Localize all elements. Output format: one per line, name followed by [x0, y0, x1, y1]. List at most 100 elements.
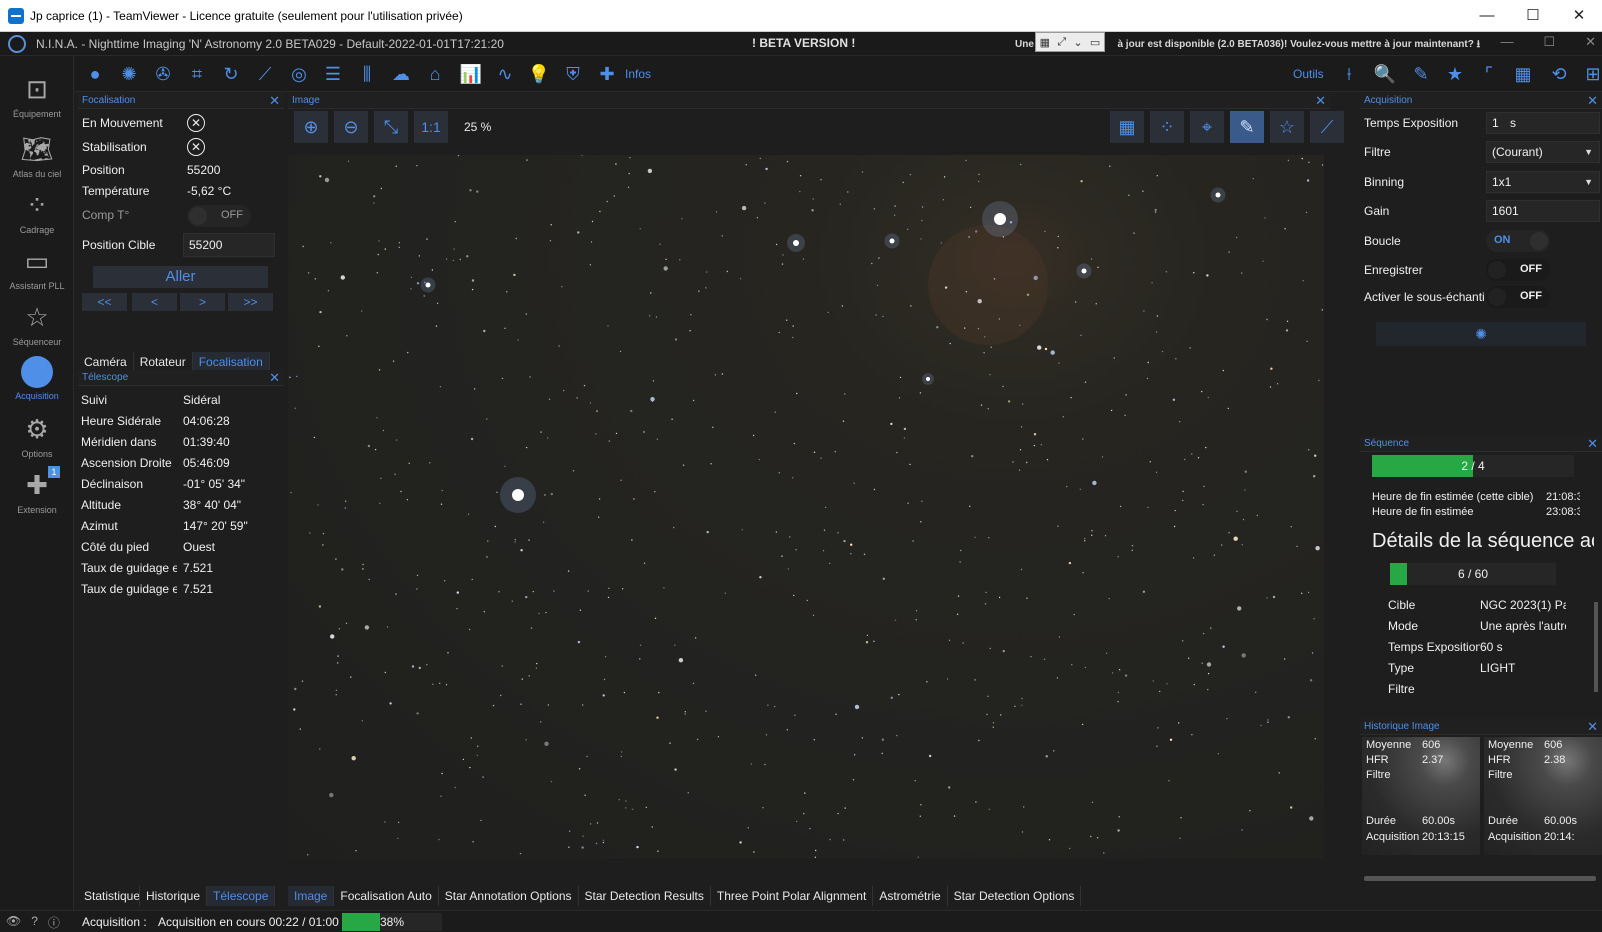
bahtinov-icon[interactable]: ⟋ [1310, 111, 1344, 143]
loop-toggle[interactable]: ON [1486, 230, 1550, 252]
close-icon[interactable]: ✕ [1587, 93, 1598, 108]
save-toggle[interactable]: OFF [1486, 259, 1550, 281]
tab-camera[interactable]: Caméra [78, 352, 134, 372]
bulb-icon[interactable]: 💡 [527, 62, 551, 86]
tab-star-detection-options[interactable]: Star Detection Options [947, 886, 1082, 906]
fit-icon[interactable]: ⤡ [374, 111, 408, 143]
tab-rotator[interactable]: Rotateur [133, 352, 193, 372]
gain-input[interactable]: 1601 [1486, 200, 1600, 222]
chevron-down-icon[interactable]: ⌄ [1073, 36, 1082, 49]
sliders-icon[interactable]: ⫼ [355, 62, 379, 86]
fullscreen-icon[interactable]: ⤢ [1057, 36, 1066, 49]
nina-close-button[interactable]: ✕ [1585, 34, 1596, 50]
zoom-in-icon[interactable]: ⊕ [294, 111, 328, 143]
tab-image[interactable]: Image [288, 886, 335, 906]
nav-extension[interactable]: ✚ 1 Extension [0, 466, 74, 515]
tab-history[interactable]: Historique [140, 886, 208, 906]
close-icon[interactable]: ✕ [1587, 719, 1598, 734]
close-icon[interactable]: ✕ [269, 370, 280, 385]
history-icon[interactable]: ⟲ [1547, 62, 1571, 86]
tab-focuser[interactable]: Focalisation [192, 352, 270, 372]
weather-icon[interactable]: ☁ [389, 62, 413, 86]
step-forward-button[interactable]: > [180, 293, 225, 311]
nina-minimize-button[interactable]: — [1500, 34, 1513, 50]
target-frame-icon[interactable]: ⊞ [1581, 62, 1602, 86]
nav-flat-wizard[interactable]: ▭ Assistant PLL [0, 244, 74, 291]
tempcomp-toggle[interactable]: OFF [187, 205, 251, 227]
filter-wheel-icon[interactable]: ✇ [151, 62, 175, 86]
nina-maximize-button[interactable]: ☐ [1543, 34, 1555, 50]
teamviewer-remote-toolbar[interactable]: ▦ ⤢ ⌄ ▭ [1035, 32, 1105, 52]
focuser-icon[interactable]: ⌗ [185, 62, 209, 86]
info-icon[interactable]: ⓘ [48, 914, 60, 931]
star-detection-icon[interactable]: ⁘ [1150, 111, 1184, 143]
search-icon[interactable]: 🔍 [1373, 62, 1397, 86]
star-icon[interactable]: ★ [1443, 62, 1467, 86]
eye-icon[interactable]: 👁 [6, 914, 21, 931]
camera-icon[interactable]: ● [83, 62, 107, 86]
telescope-tb-icon[interactable]: ⟋ [253, 62, 277, 86]
ruler-icon[interactable]: ⟊ [1337, 62, 1361, 86]
puzzle-tb-icon[interactable]: ✚ [595, 62, 619, 86]
grid-overlay-icon[interactable]: ▦ [1110, 111, 1144, 143]
close-button[interactable]: ✕ [1556, 0, 1602, 32]
history-thumbnail[interactable]: Moyenne 606 HFR 2.37 Filtre Durée 60.00s… [1362, 737, 1480, 855]
star-field-image[interactable] [288, 155, 1324, 859]
zoom-out-icon[interactable]: ⊖ [334, 111, 368, 143]
step-back-button[interactable]: < [132, 293, 177, 311]
auto-stretch-icon[interactable]: ✎ [1230, 111, 1264, 143]
step-fast-forward-button[interactable]: >> [228, 293, 273, 311]
aperture-icon[interactable]: ✺ [117, 62, 141, 86]
minimize-button[interactable]: — [1464, 0, 1510, 32]
star-annotate-icon[interactable]: ☆ [1270, 111, 1304, 143]
maximize-button[interactable]: ☐ [1510, 0, 1556, 32]
dome-icon[interactable]: ⌂ [423, 62, 447, 86]
guider-icon[interactable]: ◎ [287, 62, 311, 86]
step-fast-back-button[interactable]: << [82, 293, 127, 311]
go-button[interactable]: Aller [93, 266, 268, 288]
nav-acquisition[interactable]: Acquisition [0, 356, 74, 401]
bar-chart-icon[interactable]: 📊 [459, 62, 483, 86]
close-icon[interactable]: ✕ [269, 93, 280, 108]
brush-icon[interactable]: ✎ [1409, 62, 1433, 86]
grid-tb-icon[interactable]: ▦ [1511, 62, 1535, 86]
tab-autofocus[interactable]: Focalisation Auto [334, 886, 439, 906]
tab-star-detection-results[interactable]: Star Detection Results [578, 886, 711, 906]
history-scrollbar[interactable] [1364, 876, 1596, 881]
tab-statistics[interactable]: Statistiques [78, 886, 140, 906]
tab-astrometry[interactable]: Astrométrie [873, 886, 948, 906]
tab-star-annotation[interactable]: Star Annotation Options [438, 886, 579, 906]
nav-options[interactable]: ⚙ Options [0, 412, 74, 459]
crosshair-icon[interactable]: ⌖ [1190, 111, 1224, 143]
outils-label[interactable]: Outils [1293, 67, 1324, 81]
bright-star [512, 489, 524, 501]
exposure-input[interactable]: 1 s [1486, 112, 1600, 134]
subsample-toggle[interactable]: OFF [1486, 286, 1550, 308]
target-position-input[interactable]: 55200 [183, 233, 275, 257]
nav-sky-atlas[interactable]: 🗺 Atlas du ciel [0, 132, 74, 179]
tab-polar-alignment[interactable]: Three Point Polar Alignment [710, 886, 874, 906]
filter-select[interactable]: (Courant) ▼ [1486, 141, 1600, 163]
switch-icon[interactable]: ☰ [321, 62, 345, 86]
close-icon[interactable]: ✕ [1587, 436, 1598, 451]
sequence-scrollbar[interactable] [1594, 602, 1598, 692]
zoom-1to1-button[interactable]: 1:1 [414, 111, 448, 143]
nav-equipment[interactable]: ⊡ Équipement [0, 72, 74, 119]
capture-spinner-button[interactable]: ✺ [1376, 322, 1586, 346]
nav-framing[interactable]: ⁘ Cadrage [0, 188, 74, 235]
binning-select[interactable]: 1x1 ▼ [1486, 171, 1600, 193]
infos-label[interactable]: Infos [625, 67, 651, 81]
grid-icon[interactable]: ▦ [1040, 36, 1050, 49]
graph-icon[interactable]: ∿ [493, 62, 517, 86]
download-icon[interactable]: ⭳ [1477, 39, 1481, 50]
nav-sequencer[interactable]: ☆ Séquenceur [0, 300, 74, 347]
rotator-icon[interactable]: ↻ [219, 62, 243, 86]
help-icon[interactable]: ? [31, 914, 38, 931]
shield-icon[interactable]: ⛨ [561, 62, 585, 86]
close-icon[interactable]: ✕ [1315, 93, 1326, 108]
thumb-duration-label: Durée [1488, 815, 1518, 827]
frame-icon[interactable]: ⌜ [1477, 62, 1501, 86]
monitor-icon[interactable]: ▭ [1090, 36, 1100, 49]
history-thumbnail[interactable]: Moyenne 606 HFR 2.38 Filtre Durée 60.00s… [1484, 737, 1602, 855]
tab-telescope[interactable]: Télescope [207, 886, 276, 906]
